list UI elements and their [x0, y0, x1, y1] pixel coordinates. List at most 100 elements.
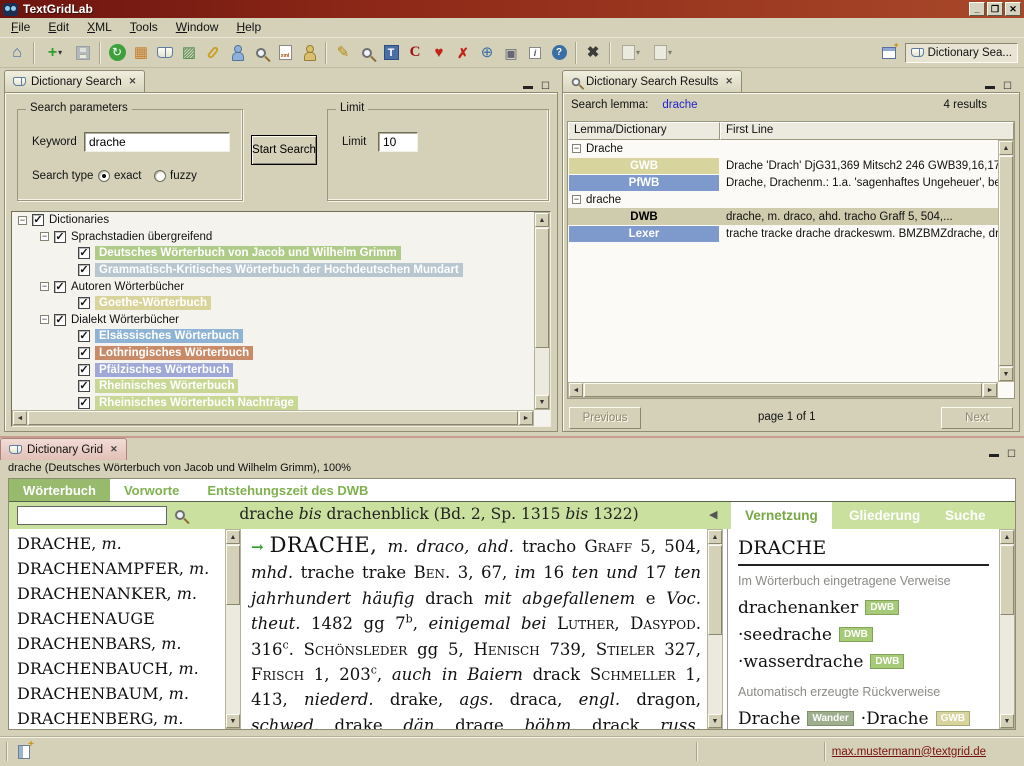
- wordlist-scrollbar[interactable]: ▲ ▼: [225, 529, 241, 729]
- menu-tools[interactable]: Tools: [121, 18, 167, 37]
- start-search-button[interactable]: Start Search: [251, 135, 317, 165]
- scrollbar-thumb[interactable]: [226, 545, 240, 605]
- fast-view-icon[interactable]: [18, 745, 30, 759]
- aggregations-button[interactable]: [201, 41, 225, 65]
- word-list-item[interactable]: DRACHE, m.: [11, 531, 223, 556]
- article-scrollbar[interactable]: ▲ ▼: [707, 529, 723, 729]
- sidebar-scrollbar[interactable]: ▲ ▼: [999, 529, 1015, 729]
- tree-item-dictionaries[interactable]: − ✓ Dictionaries: [12, 212, 550, 229]
- scrollbar-thumb[interactable]: [28, 411, 518, 425]
- close-tab-icon[interactable]: ✕: [108, 444, 118, 455]
- grid-search-input[interactable]: [17, 506, 167, 525]
- scrollbar-thumb[interactable]: [535, 228, 549, 348]
- results-horizontal-scrollbar[interactable]: ◄ ►: [568, 382, 998, 398]
- scrollbar-thumb[interactable]: [584, 383, 982, 397]
- search-lemma-value[interactable]: drache: [662, 99, 697, 111]
- minimize-view-icon[interactable]: ▬: [985, 81, 995, 92]
- scrollbar-thumb[interactable]: [999, 156, 1013, 366]
- result-row-lexer[interactable]: Lexer trache tracke drache drackeswm. BM…: [568, 225, 1014, 242]
- project-admin-button[interactable]: [225, 41, 249, 65]
- checkbox[interactable]: ✓: [78, 264, 90, 276]
- tree-horizontal-scrollbar[interactable]: ◄ ►: [12, 410, 534, 426]
- scroll-right-icon[interactable]: ►: [983, 383, 997, 397]
- expander-icon[interactable]: −: [572, 195, 581, 204]
- scrollbar-thumb[interactable]: [708, 545, 722, 635]
- word-list-item[interactable]: DRACHENANKER, m.: [11, 581, 223, 606]
- word-list-item[interactable]: DRACHENAMPFER, m.: [11, 556, 223, 581]
- side-tab-vernetzung[interactable]: Vernetzung: [731, 502, 832, 529]
- scroll-up-icon[interactable]: ▲: [535, 213, 549, 227]
- search-results-button[interactable]: [355, 41, 379, 65]
- scroll-down-icon[interactable]: ▼: [226, 714, 240, 728]
- scroll-left-icon[interactable]: ◄: [13, 411, 27, 425]
- close-button[interactable]: ✕: [1005, 2, 1021, 16]
- side-tab-gliederung[interactable]: Gliederung: [835, 502, 934, 529]
- tree-item-goethe[interactable]: ✓ Goethe-Wörterbuch: [12, 295, 550, 312]
- menu-window[interactable]: Window: [167, 18, 228, 37]
- checkbox[interactable]: ✓: [78, 397, 90, 409]
- menu-help[interactable]: Help: [227, 18, 270, 37]
- reference-link[interactable]: drachenanker: [738, 598, 858, 618]
- maximize-view-icon[interactable]: ☐: [1007, 449, 1016, 460]
- result-group-row[interactable]: − drache: [568, 191, 1014, 208]
- collapse-sidebar-icon[interactable]: ◀: [709, 508, 717, 521]
- new-object-button[interactable]: +▾: [39, 41, 71, 65]
- checkbox[interactable]: ✓: [78, 330, 90, 342]
- window-view-button[interactable]: ▣: [499, 41, 523, 65]
- entry-link-icon[interactable]: →: [251, 538, 264, 556]
- reference-link[interactable]: ·wasserdrache: [738, 652, 863, 672]
- scroll-right-icon[interactable]: ►: [519, 411, 533, 425]
- checkbox[interactable]: ✓: [78, 364, 90, 376]
- checkbox[interactable]: ✓: [78, 380, 90, 392]
- dashboard-button[interactable]: ▦: [129, 41, 153, 65]
- home-button[interactable]: ⌂: [5, 41, 29, 65]
- checkbox[interactable]: ✓: [78, 347, 90, 359]
- export-button[interactable]: ▾: [647, 41, 679, 65]
- scroll-up-icon[interactable]: ▲: [708, 530, 722, 544]
- scroll-down-icon[interactable]: ▼: [535, 395, 549, 409]
- result-row-dwb-selected[interactable]: DWB drache, m. draco, ahd. tracho Graff …: [568, 208, 1014, 225]
- dictionary-search-button[interactable]: [153, 41, 177, 65]
- result-group-row[interactable]: − Drache: [568, 140, 1014, 157]
- tab-woerterbuch[interactable]: Wörterbuch: [9, 479, 110, 501]
- scroll-up-icon[interactable]: ▲: [999, 141, 1013, 155]
- xml-editor-button[interactable]: xml: [273, 41, 297, 65]
- tree-item-sprachstadien[interactable]: − ✓ Sprachstadien übergreifend: [12, 229, 550, 246]
- search-button[interactable]: [249, 41, 273, 65]
- word-list-item[interactable]: DRACHENBAUCH, m.: [11, 656, 223, 681]
- tab-vorworte[interactable]: Vorworte: [110, 479, 193, 501]
- image-link-editor-button[interactable]: ▨: [177, 41, 201, 65]
- tab-dictionary-grid[interactable]: Dictionary Grid ✕: [0, 438, 127, 460]
- minimize-button[interactable]: _: [969, 2, 985, 16]
- tree-item-pfaelzisches[interactable]: ✓ Pfälzisches Wörterbuch: [12, 361, 550, 378]
- word-list-item[interactable]: DRACHENAUGE: [11, 606, 223, 631]
- expander-icon[interactable]: −: [40, 232, 49, 241]
- info-button[interactable]: i: [523, 41, 547, 65]
- result-row-pfwb[interactable]: PfWB Drache, Drachenm.: 1.a. 'sagenhafte…: [568, 174, 1014, 191]
- previous-page-button[interactable]: Previous: [569, 407, 641, 429]
- favorites-button[interactable]: ♥: [427, 41, 451, 65]
- result-row-gwb[interactable]: GWB Drache 'Drach' DjG31,369 Mitsch2 246…: [568, 157, 1014, 174]
- scroll-up-icon[interactable]: ▲: [226, 530, 240, 544]
- open-perspective-button[interactable]: [877, 44, 901, 62]
- scrollbar-thumb[interactable]: [1000, 545, 1014, 615]
- next-page-button[interactable]: Next: [941, 407, 1013, 429]
- reference-link[interactable]: ·seedrache: [738, 625, 832, 645]
- tab-entstehungszeit[interactable]: Entstehungszeit des DWB: [193, 479, 382, 501]
- tree-item-autoren[interactable]: − ✓ Autoren Wörterbücher: [12, 278, 550, 295]
- help-button[interactable]: ?: [547, 41, 571, 65]
- reference-link[interactable]: Drache: [738, 709, 800, 729]
- scroll-left-icon[interactable]: ◄: [569, 383, 583, 397]
- navigator-button[interactable]: ⊕: [475, 41, 499, 65]
- minimize-view-icon[interactable]: ▬: [523, 81, 533, 92]
- limit-input[interactable]: [378, 132, 418, 152]
- column-lemma-dictionary[interactable]: Lemma/Dictionary: [568, 122, 720, 140]
- expander-icon[interactable]: −: [18, 216, 27, 225]
- checkbox[interactable]: ✓: [54, 231, 66, 243]
- checkbox[interactable]: ✓: [54, 281, 66, 293]
- maximize-view-icon[interactable]: ☐: [1003, 81, 1012, 92]
- word-list-item[interactable]: DRACHENBARS, m.: [11, 631, 223, 656]
- radio-exact[interactable]: [98, 170, 110, 182]
- annotations-button[interactable]: ✗: [451, 41, 475, 65]
- checkbox[interactable]: ✓: [78, 297, 90, 309]
